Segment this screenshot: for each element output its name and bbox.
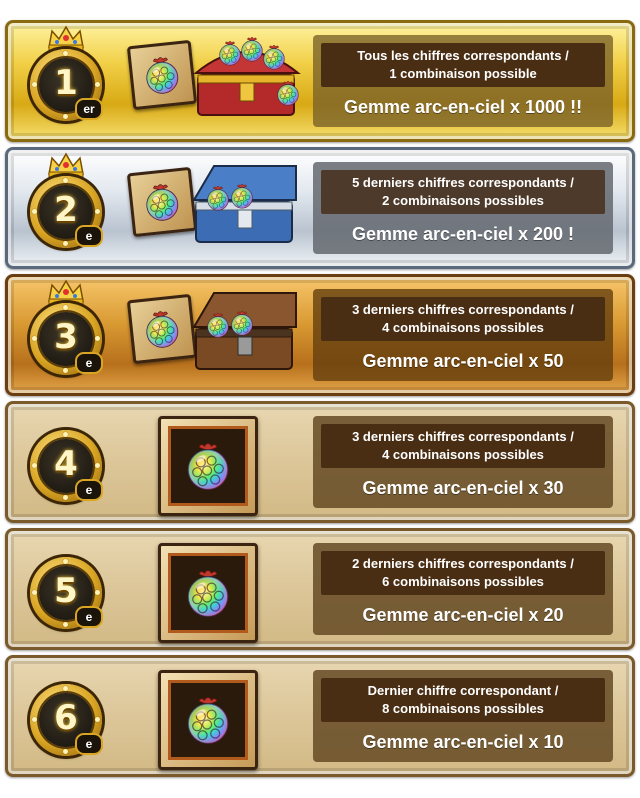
prize-info: 2 derniers chiffres correspondants / 6 c…	[313, 543, 613, 635]
rank-badge: 3 e	[30, 303, 103, 375]
prize-reward: Gemme arc-en-ciel x 200 !	[351, 224, 575, 244]
gem-tile	[126, 39, 198, 111]
rainbow-gem-icon	[181, 439, 235, 493]
rank-suffix: e	[75, 479, 103, 501]
prize-condition: 2 derniers chiffres correspondants / 6 c…	[321, 551, 605, 595]
rank-number: 4	[54, 444, 78, 484]
prize-reward: Gemme arc-en-ciel x 30	[362, 478, 564, 498]
rank-number: 3	[54, 317, 78, 357]
crown-icon	[46, 152, 86, 178]
rank-suffix: e	[75, 352, 103, 374]
gem-tile	[158, 543, 258, 643]
rank-number: 5	[54, 571, 78, 611]
rank-number: 1	[54, 63, 78, 103]
gem-tile	[158, 670, 258, 770]
rank-suffix: er	[75, 98, 103, 120]
prize-panel-rank-3: 3 e 3 derniers chiffres correspondants /…	[5, 274, 635, 396]
prize-info: Dernier chiffre correspondant / 8 combin…	[313, 670, 613, 762]
prize-info: 3 derniers chiffres correspondants / 4 c…	[313, 416, 613, 508]
treasure-chest-icon	[193, 36, 301, 116]
prize-condition: Tous les chiffres correspondants / 1 com…	[321, 43, 605, 87]
prize-info: Tous les chiffres correspondants / 1 com…	[313, 35, 613, 127]
crown-icon	[46, 25, 86, 51]
rank-badge: 6 e	[30, 684, 103, 756]
rainbow-gem-icon	[139, 52, 185, 98]
rank-number: 2	[54, 190, 78, 230]
prize-list: 1 er Tous les chiffres correspondants / …	[0, 0, 640, 798]
crown-icon	[46, 279, 86, 305]
rank-badge: 4 e	[30, 430, 103, 502]
prize-condition: 5 derniers chiffres correspondants / 2 c…	[321, 170, 605, 214]
prize-panel-rank-6: 6 e Dernier chiffre correspondant / 8 co…	[5, 655, 635, 777]
prize-info: 5 derniers chiffres correspondants / 2 c…	[313, 162, 613, 254]
prize-reward: Gemme arc-en-ciel x 10	[362, 732, 564, 752]
treasure-chest-icon	[192, 165, 297, 243]
prize-condition: 3 derniers chiffres correspondants / 4 c…	[321, 424, 605, 468]
prize-reward: Gemme arc-en-ciel x 50	[362, 351, 564, 371]
prize-panel-rank-4: 4 e 3 derniers chiffres correspondants /…	[5, 401, 635, 523]
prize-condition: 3 derniers chiffres correspondants / 4 c…	[321, 297, 605, 341]
rainbow-gem-icon	[139, 306, 185, 352]
rank-badge: 5 e	[30, 557, 103, 629]
prize-reward: Gemme arc-en-ciel x 1000 !!	[343, 97, 583, 117]
prize-condition: Dernier chiffre correspondant / 8 combin…	[321, 678, 605, 722]
rank-badge: 1 er	[30, 49, 103, 121]
rank-number: 6	[54, 698, 78, 738]
rank-suffix: e	[75, 733, 103, 755]
rainbow-gem-icon	[181, 566, 235, 620]
rank-suffix: e	[75, 606, 103, 628]
rainbow-gem-icon	[139, 179, 185, 225]
prize-panel-rank-2: 2 e 5 derniers chiffres correspondants /…	[5, 147, 635, 269]
treasure-chest-icon	[192, 292, 297, 370]
prize-panel-rank-5: 5 e 2 derniers chiffres correspondants /…	[5, 528, 635, 650]
gem-tile	[158, 416, 258, 516]
prize-panel-rank-1: 1 er Tous les chiffres correspondants / …	[5, 20, 635, 142]
rank-badge: 2 e	[30, 176, 103, 248]
prize-reward: Gemme arc-en-ciel x 20	[362, 605, 564, 625]
rainbow-gem-icon	[181, 693, 235, 747]
rank-suffix: e	[75, 225, 103, 247]
prize-info: 3 derniers chiffres correspondants / 4 c…	[313, 289, 613, 381]
